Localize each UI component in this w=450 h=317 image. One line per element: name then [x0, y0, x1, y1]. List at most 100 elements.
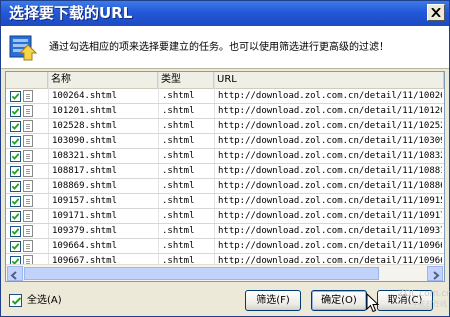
scroll-left-button[interactable] — [7, 266, 23, 281]
cell-type: .shtml — [162, 91, 195, 101]
checkmark-icon — [12, 138, 19, 145]
dialog-footer: 全选(A) 筛选(F) 确定(O) 取消(C) — [1, 284, 449, 316]
cell-name: 109664.shtml — [52, 241, 118, 251]
mouse-cursor-icon — [366, 293, 379, 313]
checkbox[interactable] — [9, 294, 22, 307]
column-header-select[interactable] — [6, 72, 48, 88]
cell-type: .shtml — [162, 241, 195, 251]
cell-type: .shtml — [162, 166, 195, 176]
file-icon — [23, 165, 33, 177]
table-row[interactable]: 109379.shtml .shtml http://download.zol.co… — [6, 224, 444, 239]
checkmark-icon — [12, 108, 19, 115]
checkmark-icon — [12, 297, 21, 305]
cell-url: http://download.zol.com.cn/detail/11/103… — [218, 136, 442, 146]
checkmark-icon — [12, 168, 19, 175]
checkmark-icon — [12, 243, 19, 250]
column-header-type[interactable]: 类型 — [158, 72, 214, 88]
table-row[interactable]: 109664.shtml .shtml http://download.zol.co… — [6, 239, 444, 254]
file-icon — [23, 210, 33, 222]
row-checkbox[interactable] — [10, 136, 21, 147]
table-row[interactable]: 101201.shtml .shtml http://download.zol.co… — [6, 104, 444, 119]
column-header-name[interactable]: 名称 — [48, 72, 158, 88]
scroll-right-button[interactable] — [427, 266, 443, 281]
arrow-left-icon — [10, 271, 17, 280]
checkmark-icon — [12, 153, 19, 160]
cell-name: 108817.shtml — [52, 166, 118, 176]
cell-name: 109157.shtml — [52, 196, 118, 206]
checkmark-icon — [12, 228, 19, 235]
cell-type: .shtml — [162, 211, 195, 221]
row-checkbox[interactable] — [10, 196, 21, 207]
cell-name: 102528.shtml — [52, 121, 118, 131]
table-row[interactable]: 109157.shtml .shtml http://download.zol.co… — [6, 194, 444, 209]
cell-name: 108869.shtml — [52, 181, 118, 191]
row-checkbox[interactable] — [10, 166, 21, 177]
cell-name: 101201.shtml — [52, 106, 118, 116]
info-header: 通过勾选相应的项来选择要建立的任务。也可以使用筛选进行更高级的过滤！ — [1, 26, 449, 69]
file-icon — [23, 240, 33, 252]
row-checkbox[interactable] — [10, 241, 21, 252]
file-icon — [23, 105, 33, 117]
table-row[interactable]: 108869.shtml .shtml http://download.zol.co… — [6, 179, 444, 194]
cell-type: .shtml — [162, 181, 195, 191]
cell-url: http://download.zol.com.cn/detail/11/109… — [218, 211, 442, 221]
scrollbar-thumb[interactable] — [24, 267, 379, 280]
file-icon — [23, 135, 33, 147]
cell-type: .shtml — [162, 121, 195, 131]
checkmark-icon — [12, 198, 19, 205]
cell-type: .shtml — [162, 136, 195, 146]
cell-url: http://download.zol.com.cn/detail/11/101… — [218, 106, 442, 116]
horizontal-scrollbar[interactable] — [6, 264, 444, 281]
window-title: 选择要下载的URL — [9, 4, 133, 22]
filter-button[interactable]: 筛选(F) — [245, 290, 301, 311]
row-checkbox[interactable] — [10, 151, 21, 162]
table-header: 名称 类型 URL — [6, 72, 444, 89]
row-checkbox[interactable] — [10, 106, 21, 117]
cell-type: .shtml — [162, 226, 195, 236]
cell-type: .shtml — [162, 106, 195, 116]
row-checkbox[interactable] — [10, 211, 21, 222]
row-checkbox[interactable] — [10, 91, 21, 102]
select-all-label: 全选(A) — [27, 295, 62, 306]
cell-url: http://download.zol.com.cn/detail/11/108… — [218, 181, 442, 191]
cell-name: 109171.shtml — [52, 211, 118, 221]
file-icon — [23, 120, 33, 132]
close-button[interactable] — [427, 4, 445, 21]
row-checkbox[interactable] — [10, 121, 21, 132]
watermark-text: 中关村在线 — [412, 300, 447, 308]
cell-url: http://download.zol.com.cn/detail/11/100… — [218, 91, 442, 101]
cell-url: http://download.zol.com.cn/detail/11/109… — [218, 241, 442, 251]
info-text: 通过勾选相应的项来选择要建立的任务。也可以使用筛选进行更高级的过滤！ — [49, 42, 389, 53]
cell-name: 100264.shtml — [52, 91, 118, 101]
checkmark-icon — [12, 93, 19, 100]
url-list[interactable]: 名称 类型 URL 100264.shtml .shtml http://downl… — [5, 71, 445, 282]
table-row[interactable]: 108817.shtml .shtml http://download.zol.co… — [6, 164, 444, 179]
title-bar[interactable]: 选择要下载的URL — [1, 1, 449, 26]
download-task-icon — [9, 35, 37, 61]
table-row[interactable]: 100264.shtml .shtml http://download.zol.co… — [6, 89, 444, 104]
cell-type: .shtml — [162, 151, 195, 161]
table-row[interactable]: 108321.shtml .shtml http://download.zol.co… — [6, 149, 444, 164]
file-icon — [23, 195, 33, 207]
ok-button[interactable]: 确定(O) — [311, 290, 367, 311]
file-icon — [23, 225, 33, 237]
cell-name: 108321.shtml — [52, 151, 118, 161]
table-row[interactable]: 103090.shtml .shtml http://download.zol.co… — [6, 134, 444, 149]
cell-name: 109379.shtml — [52, 226, 118, 236]
checkmark-icon — [12, 183, 19, 190]
cell-url: http://download.zol.com.cn/detail/11/102… — [218, 121, 442, 131]
checkmark-icon — [12, 123, 19, 130]
dialog-window: 选择要下载的URL 通过勾选相应的项来选择要建立的任务。也可以使用筛选进行更高级… — [0, 0, 450, 317]
file-icon — [23, 90, 33, 102]
cell-url: http://download.zol.com.cn/detail/11/108… — [218, 151, 442, 161]
cell-url: http://download.zol.com.cn/detail/11/108… — [218, 166, 442, 176]
row-checkbox[interactable] — [10, 226, 21, 237]
checkmark-icon — [12, 213, 19, 220]
table-row[interactable]: 109171.shtml .shtml http://download.zol.co… — [6, 209, 444, 224]
table-row[interactable]: 102528.shtml .shtml http://download.zol.co… — [6, 119, 444, 134]
close-icon — [431, 8, 441, 17]
column-header-url[interactable]: URL — [214, 72, 444, 88]
cell-type: .shtml — [162, 196, 195, 206]
file-icon — [23, 150, 33, 162]
row-checkbox[interactable] — [10, 181, 21, 192]
